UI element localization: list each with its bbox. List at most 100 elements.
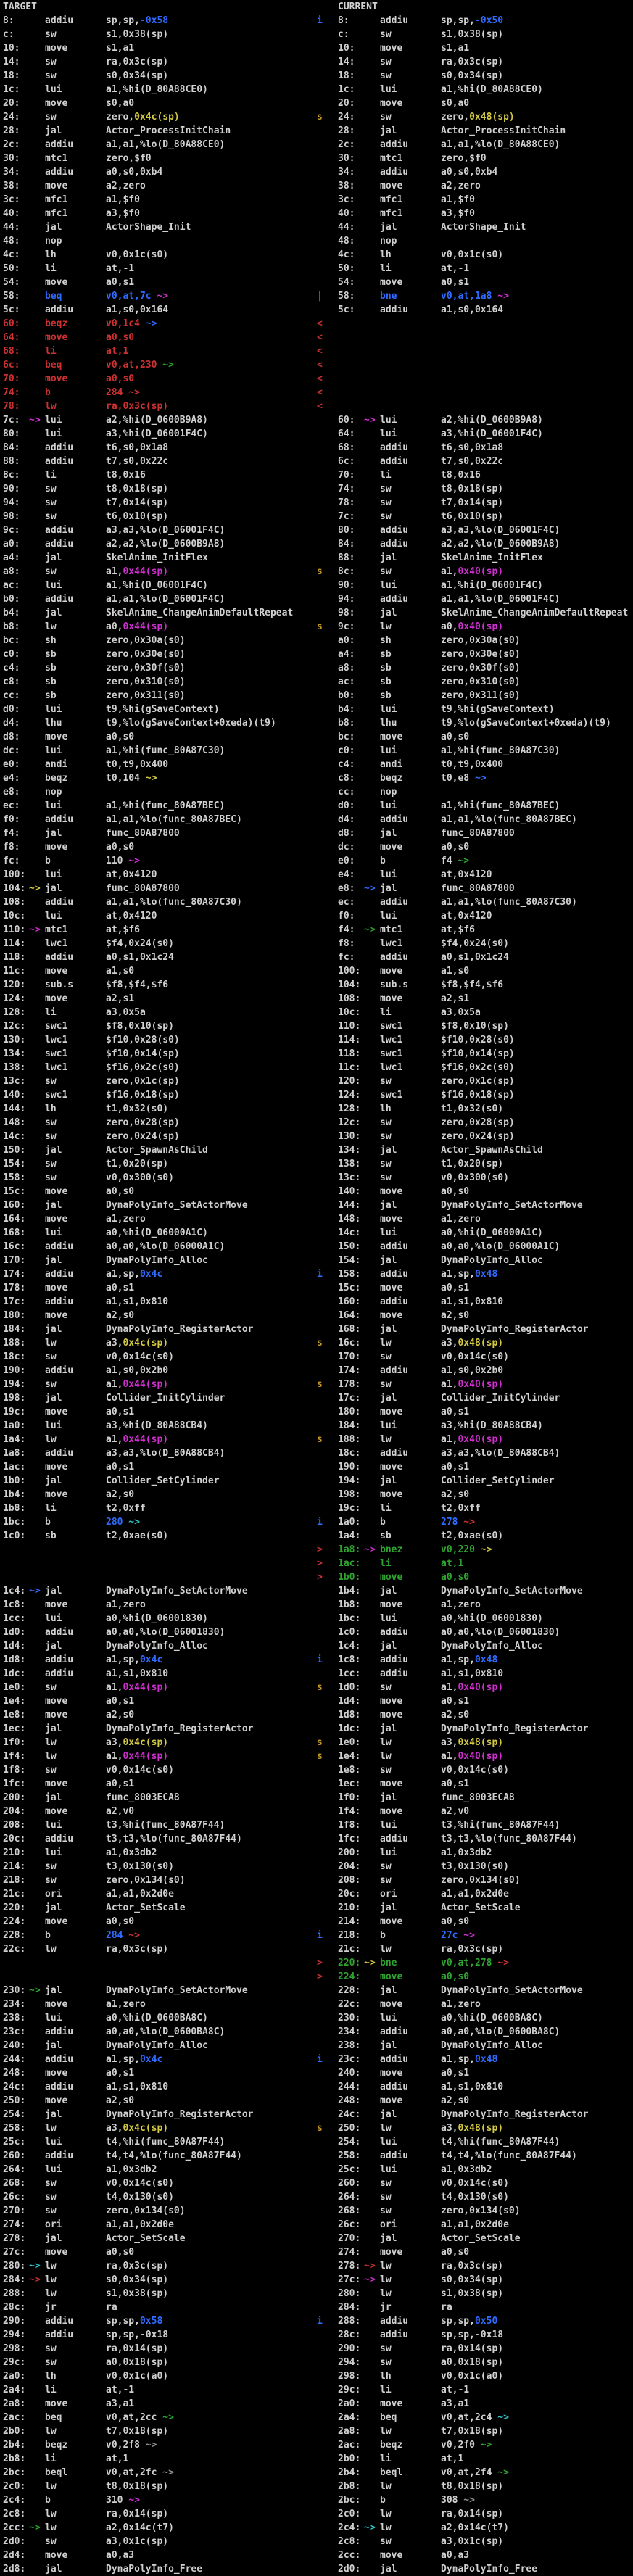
operands: a1,zero [106, 1212, 146, 1226]
diff-marker [317, 1502, 329, 1515]
diff-marker [317, 992, 329, 1006]
target-line: dc:luia1,%hi(func_80A87C30) [0, 744, 317, 758]
line-address: 1c8: [3, 1598, 29, 1612]
target-line: 1e0:swa1,0x44(sp) [0, 1681, 317, 1694]
operands: t7,0x14(sp) [441, 496, 503, 510]
branch-target-arrow: ~> [29, 413, 45, 427]
current-line: 11c:lwc1$f16,0x2c(s0) [329, 1061, 633, 1074]
operands: a1,0x3db2 [106, 2163, 157, 2177]
target-line [0, 1543, 317, 1557]
line-address: 124: [3, 992, 29, 1006]
arrow-slot [364, 55, 380, 69]
line-address: 288: [338, 2314, 364, 2328]
current-line: 1fc:addiut3,t3,%lo(func_80A87F44) [329, 1832, 633, 1846]
operands: a2,s1 [441, 992, 469, 1006]
asm-row: 70:movea0,s0< [0, 372, 633, 386]
mnemonic: jal [380, 1474, 441, 1488]
line-address: 2c0: [3, 2480, 29, 2493]
operands: t4,%hi(func_80A87F44) [106, 2135, 225, 2149]
line-address: 2b8: [338, 2480, 364, 2493]
line-address: c4: [338, 758, 364, 771]
operand-segment: 0x40(sp) [458, 1379, 503, 1390]
operands: a3,0x48(sp) [441, 1736, 503, 1749]
arrow-slot [29, 2314, 45, 2328]
line-address: 44: [3, 220, 29, 234]
asm-row: 140:swc1$f16,0x18(sp)124:swc1$f16,0x18(s… [0, 1088, 633, 1102]
line-address: 178: [338, 1378, 364, 1391]
target-line: 2cc:~>lwa2,0x14c(t7) [0, 2521, 317, 2535]
target-line: 260:addiut4,t4,%lo(func_80A87F44) [0, 2149, 317, 2163]
arrow-slot [364, 1598, 380, 1612]
target-line: 80:luia3,%hi(D_06001F4C) [0, 427, 317, 441]
operands: a0,s1 [441, 1694, 469, 1708]
mnemonic: beql [380, 2466, 441, 2480]
diff-marker [317, 716, 329, 730]
diff-marker: > [317, 1956, 329, 1970]
operand-segment: a0,s0 [106, 332, 134, 343]
diff-marker [317, 1805, 329, 1818]
arrow-slot [29, 207, 45, 220]
branch-target-arrow: ~> [364, 1956, 380, 1970]
target-line: 100:luiat,0x4120 [0, 868, 317, 882]
mnemonic: sw [45, 2356, 106, 2369]
target-line: c0:sbzero,0x30e(s0) [0, 647, 317, 661]
mnemonic: addiu [380, 895, 441, 909]
diff-marker [317, 730, 329, 744]
operand-segment: Actor_SetScale [106, 2233, 186, 2244]
operand-segment: DynaPolyInfo_Alloc [441, 1641, 543, 1652]
diff-marker [317, 2204, 329, 2218]
operand-segment: t7,0x14(sp) [441, 497, 503, 508]
arrow-slot [29, 2328, 45, 2342]
operand-segment: t4,%hi(func_80A87F44) [441, 2137, 560, 2148]
arrow-slot [364, 771, 380, 785]
line-address: c8: [3, 675, 29, 689]
target-line: ec:luia1,%hi(func_80A87BEC) [0, 799, 317, 813]
arrow-slot [364, 2204, 380, 2218]
mnemonic: move [380, 1708, 441, 1722]
operand-segment: s0,0x34(sp) [106, 70, 168, 81]
operands: a1,%hi(func_80A87C30) [441, 744, 560, 758]
diff-marker: > [317, 1570, 329, 1584]
operands: SkelAnime_InitFlex [106, 551, 208, 565]
diff-marker [317, 1529, 329, 1543]
operand-segment: zero, [106, 112, 134, 123]
operand-segment: a0,%hi(D_06001830) [106, 1613, 208, 1624]
operands: DynaPolyInfo_SetActorMove [441, 1198, 583, 1212]
line-address: 220: [338, 1956, 364, 1970]
diff-marker [317, 1777, 329, 1791]
asm-row: 294:addiusp,sp,-0x1828c:addiusp,sp,-0x18 [0, 2328, 633, 2342]
mnemonic: sw [45, 1378, 106, 1391]
line-address: 238: [338, 2039, 364, 2053]
target-line: 1ec:jalDynaPolyInfo_RegisterActor [0, 1722, 317, 1736]
operand-segment: at,1 [441, 1558, 463, 1569]
diff-marker [317, 827, 329, 840]
current-line: d4:addiua1,a1,%lo(func_80A87BEC) [329, 813, 633, 827]
arrow-slot [364, 868, 380, 882]
mnemonic: sw [45, 28, 106, 41]
operand-segment: Actor_SpawnAsChild [441, 1145, 543, 1156]
target-line: 94:swt7,0x14(sp) [0, 496, 317, 510]
line-address: 20c: [3, 1832, 29, 1846]
diff-marker [317, 1130, 329, 1143]
arrow-slot [29, 303, 45, 317]
operand-segment: t8,0x18(sp) [106, 484, 168, 494]
arrow-slot [364, 2424, 380, 2438]
diff-marker [317, 441, 329, 455]
line-address: 18c: [338, 1446, 364, 1460]
diff-marker [317, 537, 329, 551]
line-address: 144: [3, 1102, 29, 1116]
target-line: 138:lwc1$f16,0x2c(s0) [0, 1061, 317, 1074]
arrow-slot [29, 868, 45, 882]
arrow-slot [29, 358, 45, 372]
diff-marker [317, 2080, 329, 2094]
line-address: 20: [338, 96, 364, 110]
diff-marker [317, 1240, 329, 1254]
operands: a1,zero [441, 1997, 481, 2011]
target-line: e4:beqzt0,104 ~> [0, 771, 317, 785]
diff-marker: > [317, 1557, 329, 1570]
current-line: 214:movea0,s0 [329, 1915, 633, 1929]
arrow-slot [364, 579, 380, 592]
arrow-slot [29, 110, 45, 124]
target-line: 5c:addiua1,s0,0x164 [0, 303, 317, 317]
arrow-slot [29, 703, 45, 716]
